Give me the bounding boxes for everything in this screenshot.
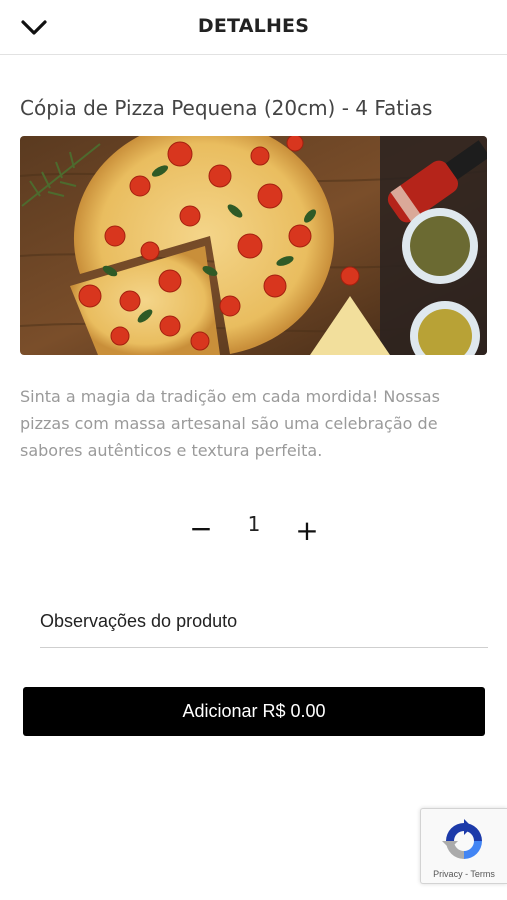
quantity-stepper: − 1 +	[0, 505, 507, 555]
recaptcha-icon	[440, 817, 488, 865]
recaptcha-terms-link[interactable]: Terms	[470, 869, 495, 879]
quantity-value: 1	[247, 512, 261, 536]
page-title: DETALHES	[197, 15, 310, 37]
product-title: Cópia de Pizza Pequena (20cm) - 4 Fatias	[20, 96, 433, 120]
add-to-cart-button[interactable]: Adicionar R$ 0.00	[23, 687, 485, 736]
product-notes-input[interactable]	[40, 596, 488, 648]
recaptcha-links: Privacy - Terms	[421, 869, 507, 879]
increase-quantity-button[interactable]: +	[292, 513, 322, 549]
decrease-quantity-button[interactable]: −	[186, 511, 216, 547]
recaptcha-badge[interactable]: Privacy - Terms	[420, 808, 507, 884]
product-description: Sinta a magia da tradição em cada mordid…	[20, 387, 440, 460]
recaptcha-privacy-link[interactable]: Privacy	[433, 869, 463, 879]
product-image	[20, 136, 487, 355]
top-bar: DETALHES	[0, 0, 507, 55]
